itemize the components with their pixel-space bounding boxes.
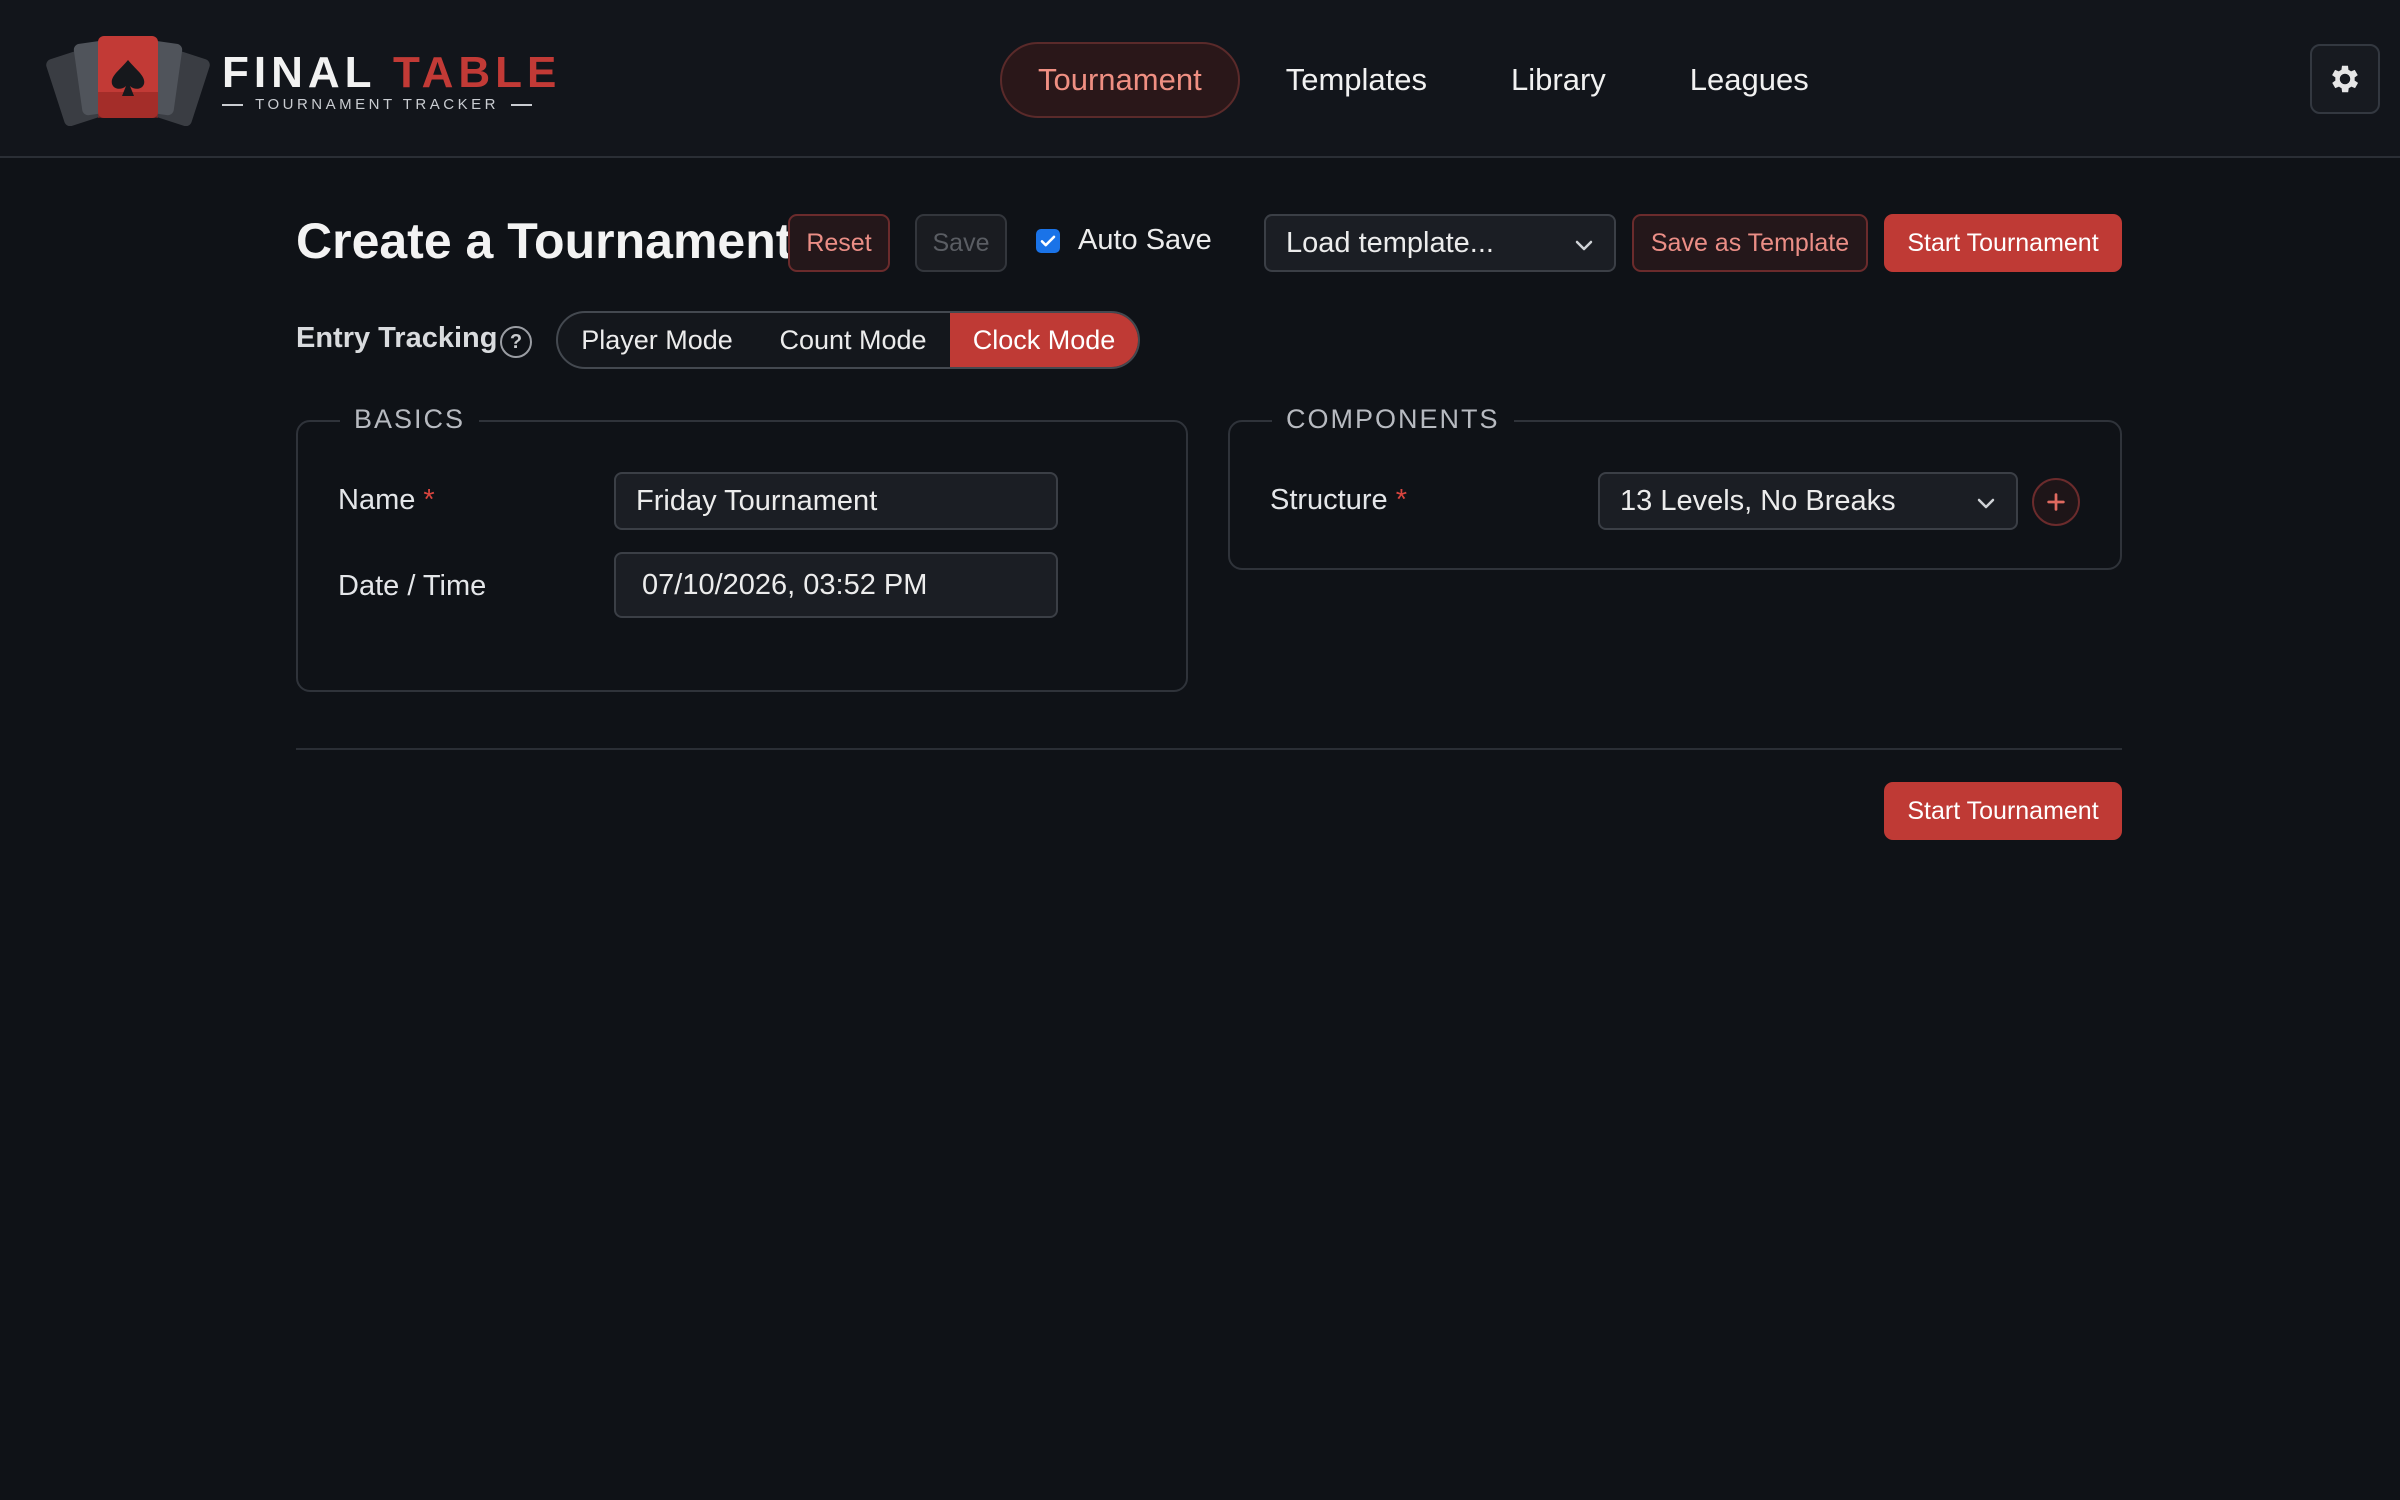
save-as-template-button[interactable]: Save as Template xyxy=(1632,214,1868,272)
structure-required-mark: * xyxy=(1395,484,1408,516)
autosave-checkbox[interactable] xyxy=(1036,228,1060,253)
start-tournament-footer-button[interactable]: Start Tournament xyxy=(1884,782,2122,840)
structure-value: 13 Levels, No Breaks xyxy=(1620,484,1896,517)
name-input[interactable]: Friday Tournament xyxy=(614,472,1058,530)
brand-subtitle-text: TOURNAMENT TRACKER xyxy=(255,96,499,113)
load-template-value: Load template... xyxy=(1286,226,1494,259)
spade-card-icon xyxy=(46,36,210,126)
reset-button[interactable]: Reset xyxy=(788,214,890,272)
brand-subtitle: TOURNAMENT TRACKER xyxy=(222,96,533,113)
structure-select[interactable]: 13 Levels, No Breaks xyxy=(1598,472,2018,530)
mode-clock[interactable]: Clock Mode xyxy=(950,313,1138,367)
mode-count[interactable]: Count Mode xyxy=(756,313,950,367)
structure-label: Structure * xyxy=(1270,484,1407,517)
app-header: FINAL TABLE TOURNAMENT TRACKER Tournamen… xyxy=(0,0,2400,158)
gear-icon xyxy=(2332,65,2359,93)
entry-mode-selector: Player Mode Count Mode Clock Mode xyxy=(556,311,1140,369)
brand-title: FINAL TABLE xyxy=(222,48,561,98)
datetime-label: Date / Time xyxy=(338,570,487,602)
add-structure-button[interactable] xyxy=(2032,478,2080,526)
nav-leagues[interactable]: Leagues xyxy=(1652,42,1847,118)
mode-player[interactable]: Player Mode xyxy=(558,313,756,367)
name-required-mark: * xyxy=(423,484,435,516)
chevron-down-icon xyxy=(1977,498,1995,509)
datetime-input[interactable]: 07/10/2026, 03:52 PM xyxy=(614,552,1058,618)
nav-tournament[interactable]: Tournament xyxy=(1000,42,1240,118)
brand-title-accent: TABLE xyxy=(392,48,562,97)
section-divider xyxy=(296,748,2122,750)
structure-label-text: Structure xyxy=(1270,484,1388,516)
checkmark-icon xyxy=(1040,235,1056,246)
main-nav: Tournament Templates Library Leagues xyxy=(1000,42,1847,118)
brand-logo[interactable]: FINAL TABLE TOURNAMENT TRACKER xyxy=(40,32,556,126)
basics-legend: BASICS xyxy=(340,404,480,435)
subtitle-rule-left xyxy=(222,103,244,106)
nav-library[interactable]: Library xyxy=(1473,42,1644,118)
nav-templates[interactable]: Templates xyxy=(1248,42,1465,118)
save-button[interactable]: Save xyxy=(915,214,1007,272)
help-icon[interactable]: ? xyxy=(500,326,532,358)
chevron-down-icon xyxy=(1575,240,1593,251)
load-template-select[interactable]: Load template... xyxy=(1264,214,1616,272)
autosave-toggle[interactable]: Auto Save xyxy=(1036,224,1212,257)
start-tournament-button[interactable]: Start Tournament xyxy=(1884,214,2122,272)
settings-button[interactable] xyxy=(2310,44,2380,114)
subtitle-rule-right xyxy=(510,103,533,106)
name-label: Name * xyxy=(338,484,435,517)
name-label-text: Name xyxy=(338,484,416,516)
plus-icon xyxy=(2047,493,2065,511)
entry-tracking-label: Entry Tracking xyxy=(296,322,498,354)
components-legend: COMPONENTS xyxy=(1272,404,1514,435)
brand-title-main: FINAL xyxy=(222,48,376,97)
autosave-label: Auto Save xyxy=(1078,224,1212,256)
page-title: Create a Tournament xyxy=(296,213,793,269)
